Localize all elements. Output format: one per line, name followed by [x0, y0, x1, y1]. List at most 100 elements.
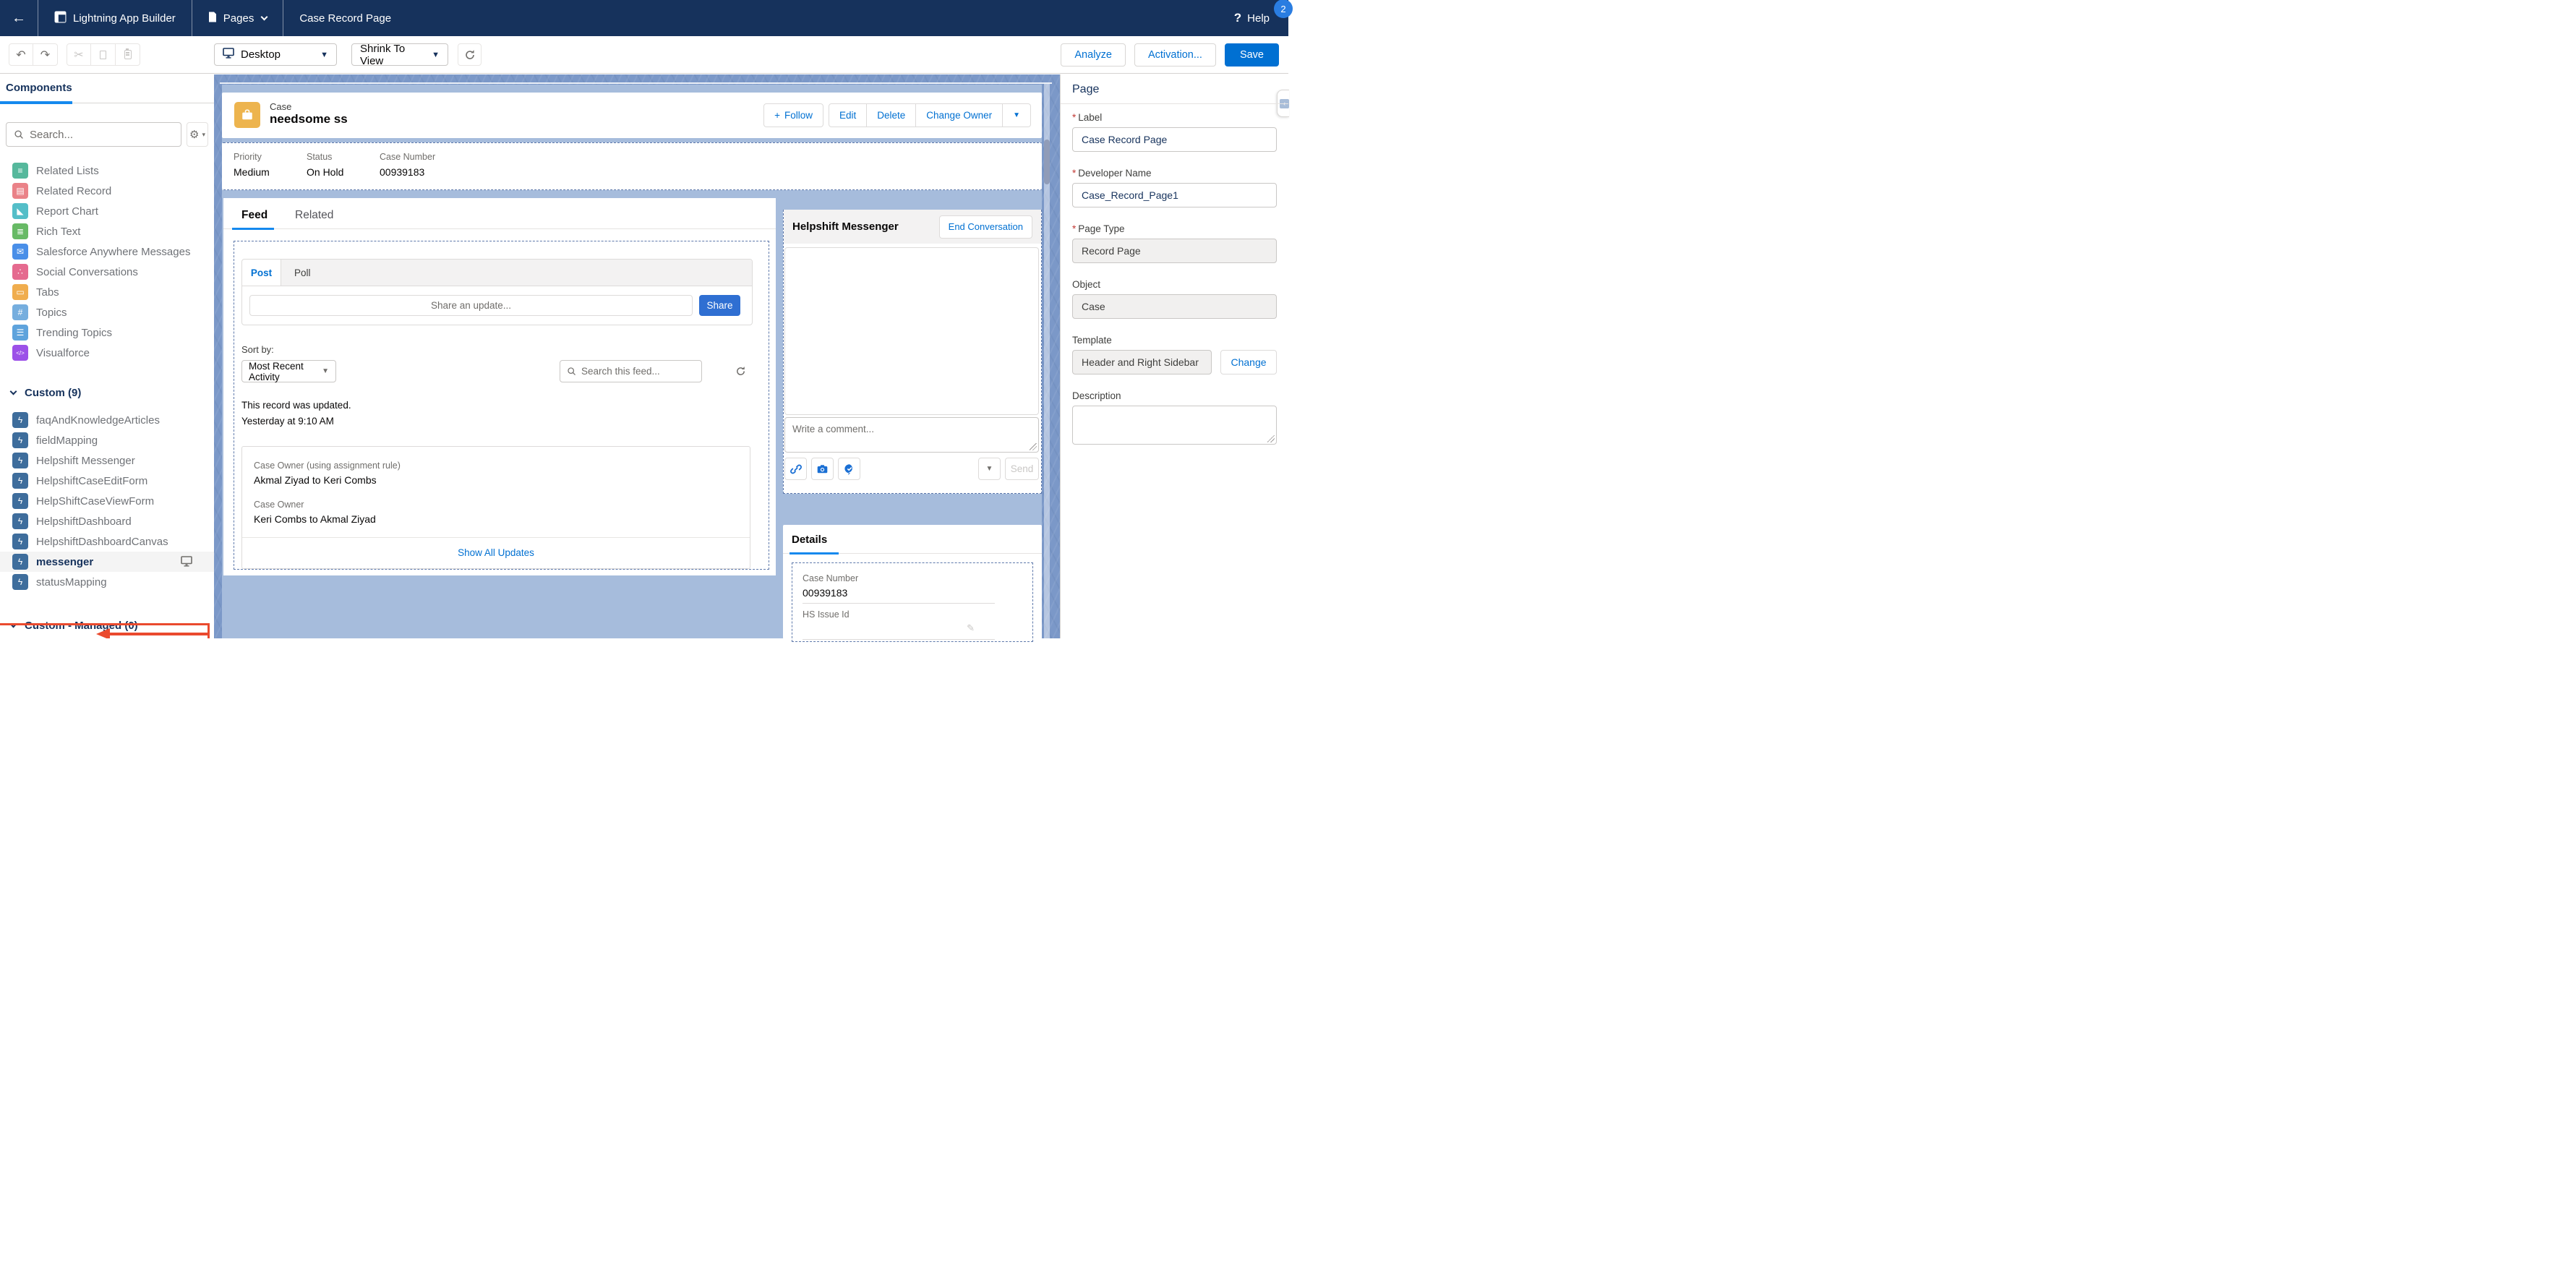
feed-search-box[interactable]	[560, 360, 702, 382]
desktop-form-factor-icon	[181, 556, 192, 570]
component-item-custom[interactable]: ϟHelpshift Messenger	[0, 450, 214, 471]
cut-button[interactable]: ✂	[67, 43, 91, 66]
component-item-anywhere-messages[interactable]: ✉Salesforce Anywhere Messages	[0, 241, 214, 262]
canvas-refresh-button[interactable]	[458, 43, 482, 66]
resize-handle[interactable]	[1030, 443, 1037, 450]
settings-dropdown-button[interactable]: ⚙▾	[187, 122, 208, 147]
tab-components[interactable]: Components	[6, 82, 72, 94]
share-row: Share	[242, 286, 752, 325]
search-input[interactable]	[30, 129, 174, 141]
component-item-custom[interactable]: ϟfieldMapping	[0, 430, 214, 450]
feed-search-input[interactable]	[581, 366, 695, 377]
activation-button[interactable]: Activation...	[1134, 43, 1216, 67]
component-item-custom[interactable]: ϟfaqAndKnowledgeArticles	[0, 410, 214, 430]
builder-toolbar: ↶ ↷ ✂ Desktop ▼ Shrink To View ▼ Analyze…	[0, 36, 1288, 74]
component-item-custom[interactable]: ϟHelpShiftCaseViewForm	[0, 491, 214, 511]
component-item-custom[interactable]: ϟstatusMapping	[0, 572, 214, 592]
custom-section-header[interactable]: Custom (9)	[0, 382, 214, 403]
helpshift-messenger-component[interactable]: Helpshift Messenger End Conversation	[783, 210, 1042, 494]
delete-button[interactable]: Delete	[867, 103, 916, 127]
component-item-visualforce[interactable]: </>Visualforce	[0, 343, 214, 363]
component-item-messenger[interactable]: ϟ messenger	[0, 552, 214, 572]
detail-field: Priority Medium	[234, 152, 270, 178]
copy-button[interactable]	[91, 43, 116, 66]
component-item-custom[interactable]: ϟHelpshiftDashboard	[0, 511, 214, 531]
component-item-custom[interactable]: ϟHelpshiftDashboardCanvas	[0, 531, 214, 552]
show-all-updates-link[interactable]: Show All Updates	[458, 547, 534, 558]
change-owner-button[interactable]: Change Owner	[916, 103, 1003, 127]
comment-box-wrap	[784, 417, 1039, 453]
component-item-topics[interactable]: #Topics	[0, 302, 214, 322]
component-item-tabs[interactable]: ▭Tabs	[0, 282, 214, 302]
send-options-button[interactable]: ▼	[978, 458, 1001, 480]
field-divider	[803, 603, 995, 604]
tab-related[interactable]: Related	[295, 209, 333, 222]
sort-order-selector[interactable]: Most Recent Activity ▼	[241, 360, 336, 382]
edit-pencil-icon[interactable]: ✎	[967, 622, 975, 634]
resize-handle[interactable]	[1267, 435, 1275, 442]
share-button[interactable]: Share	[699, 295, 740, 316]
feed-update-intro: This record was updated.	[241, 400, 761, 411]
page-surface: Case needsome ss +Follow Edit Delete Cha…	[222, 85, 1042, 638]
tab-feed[interactable]: Feed	[241, 209, 268, 222]
record-detail-strip-component[interactable]: Priority Medium Status On Hold Case Numb…	[222, 142, 1042, 190]
component-item-rich-text[interactable]: ≣Rich Text	[0, 221, 214, 241]
managed-section-header[interactable]: Custom - Managed (0)	[0, 615, 214, 636]
components-sidebar: Components ⚙▾ ≡Related Lists ▤Related Re…	[0, 74, 214, 638]
description-textarea[interactable]	[1072, 406, 1277, 445]
caret-down-icon: ▼	[322, 367, 329, 375]
view-mode-selector[interactable]: Shrink To View ▼	[351, 43, 448, 66]
feed-refresh-button[interactable]	[732, 364, 748, 380]
active-tab-underline	[790, 552, 839, 554]
paste-button[interactable]	[116, 43, 140, 66]
paste-icon	[124, 50, 132, 59]
canned-response-button[interactable]	[838, 458, 860, 480]
save-button[interactable]: Save	[1225, 43, 1279, 67]
record-detail-component[interactable]: Details Case Number 00939183	[783, 525, 1042, 639]
back-arrow-icon[interactable]: ←	[0, 0, 38, 36]
plus-icon: +	[774, 110, 780, 121]
comment-textarea[interactable]	[784, 417, 1039, 453]
tab-poll[interactable]: Poll	[281, 267, 311, 278]
component-item-related-record[interactable]: ▤Related Record	[0, 181, 214, 201]
send-button[interactable]: Send	[1005, 458, 1039, 480]
label-input[interactable]	[1072, 127, 1277, 152]
component-item-trending-topics[interactable]: ☰Trending Topics	[0, 322, 214, 343]
redo-button[interactable]: ↷	[33, 43, 58, 66]
component-item-custom[interactable]: ϟHelpshiftCaseEditForm	[0, 471, 214, 491]
lightning-app-builder: ← Lightning App Builder Pages Case Recor…	[0, 0, 1288, 638]
lightning-bolt-icon: ϟ	[12, 513, 28, 529]
help-menu[interactable]: ? Help 2	[1234, 11, 1288, 25]
component-search-box[interactable]	[6, 122, 181, 147]
undo-button[interactable]: ↶	[9, 43, 33, 66]
change-template-button[interactable]: Change	[1220, 350, 1277, 374]
end-conversation-button[interactable]: End Conversation	[939, 215, 1032, 239]
toolbar-actions: Analyze Activation... Save	[1061, 43, 1279, 67]
tab-post[interactable]: Post	[242, 260, 281, 286]
component-item-social-conversations[interactable]: ∴Social Conversations	[0, 262, 214, 282]
help-label: Help	[1247, 12, 1270, 25]
analyze-button[interactable]: Analyze	[1061, 43, 1126, 67]
device-selector[interactable]: Desktop ▼	[214, 43, 337, 66]
feed-component-region[interactable]: Post Poll Share Sort by:	[234, 241, 769, 570]
details-fields-region: Case Number 00939183 HS Issue Id ✎	[792, 562, 1033, 642]
attach-link-button[interactable]	[784, 458, 807, 480]
main-area: Components ⚙▾ ≡Related Lists ▤Related Re…	[0, 74, 1288, 638]
edit-button[interactable]: Edit	[829, 103, 867, 127]
clipboard-group: ✂	[67, 43, 140, 66]
record-header-component[interactable]: Case needsome ss +Follow Edit Delete Cha…	[222, 93, 1042, 138]
more-actions-button[interactable]: ▼	[1003, 103, 1031, 127]
feed-tabset: Feed Related	[223, 198, 776, 241]
developer-name-input[interactable]	[1072, 183, 1277, 207]
tab-details[interactable]: Details	[792, 534, 827, 546]
component-item-report-chart[interactable]: ◣Report Chart	[0, 201, 214, 221]
pages-menu[interactable]: Pages	[192, 0, 283, 36]
tabs-icon: ▭	[12, 284, 28, 300]
attach-photo-button[interactable]	[811, 458, 834, 480]
active-tab-underline	[232, 228, 274, 230]
publisher-tabs: Post Poll	[242, 260, 752, 286]
canvas-scrollbar-thumb[interactable]	[1044, 140, 1050, 184]
follow-button[interactable]: +Follow	[763, 103, 823, 127]
share-update-input[interactable]	[249, 295, 693, 316]
component-item-related-lists[interactable]: ≡Related Lists	[0, 160, 214, 181]
